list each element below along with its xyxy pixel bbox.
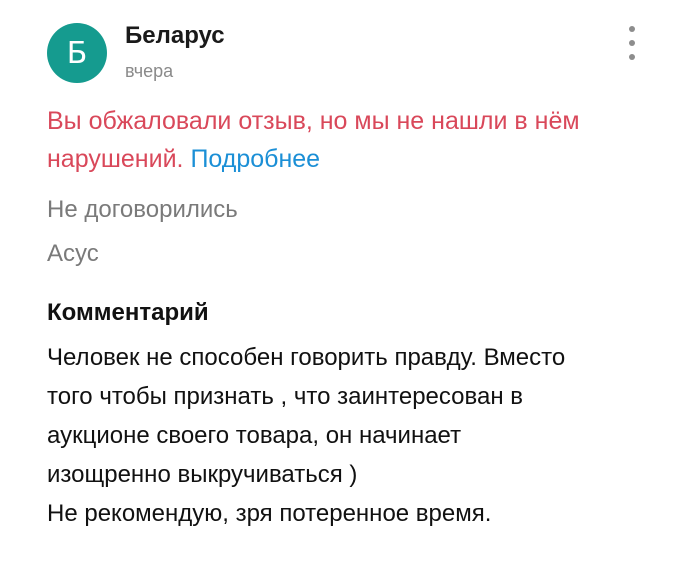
menu-dot xyxy=(629,40,635,46)
product-name: Асус xyxy=(47,240,99,267)
comment-line: изощренно выкручиваться ) xyxy=(47,461,358,488)
menu-dot xyxy=(629,26,635,32)
comment-line: того чтобы признать , что заинтересован … xyxy=(47,383,524,410)
deal-status: Не договорились xyxy=(47,196,238,223)
comment-line: аукционе своего товара, он начинает xyxy=(47,422,462,449)
avatar-letter: Б xyxy=(66,35,88,71)
comment-heading: Комментарий xyxy=(47,299,209,326)
comment-line: Человек не способен говорить правду. Вме… xyxy=(47,344,566,371)
appeal-notice: Вы обжаловали отзыв, но мы не нашли в нё… xyxy=(47,102,667,178)
comment-line: Не рекомендую, зря потеренное время. xyxy=(47,500,492,527)
more-vertical-icon[interactable] xyxy=(622,26,642,60)
more-info-link[interactable]: Подробнее xyxy=(190,145,320,173)
author-name[interactable]: Беларус xyxy=(125,22,225,50)
comment-text: Человек не способен говорить правду. Вме… xyxy=(47,338,565,533)
review-date: вчера xyxy=(125,61,174,81)
author-avatar[interactable]: Б xyxy=(47,23,107,83)
menu-dot xyxy=(629,54,635,60)
